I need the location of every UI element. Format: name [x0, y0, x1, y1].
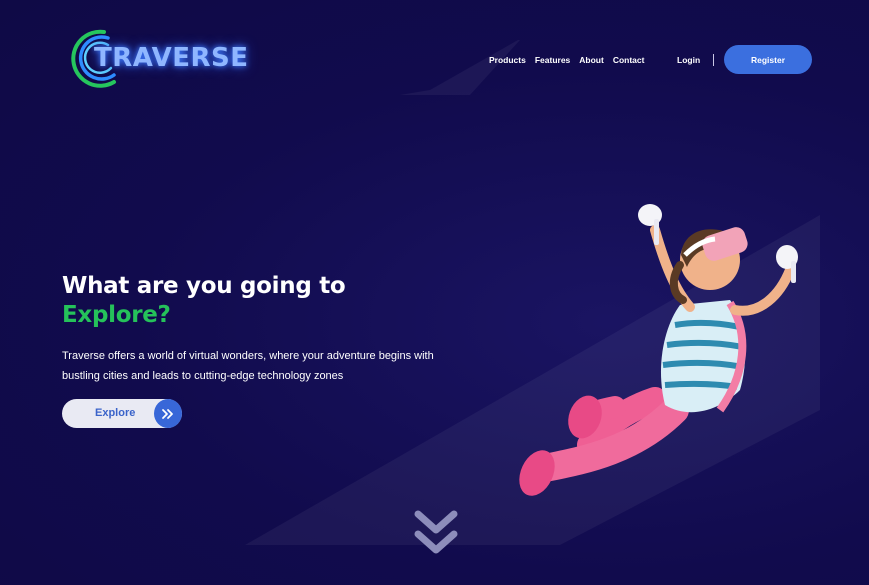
nav-contact[interactable]: Contact — [613, 54, 645, 68]
hero-title-accent: Explore? — [62, 302, 171, 328]
nav-divider — [713, 54, 714, 66]
nav-about[interactable]: About — [579, 54, 604, 68]
main-nav: Products Features About Contact — [489, 54, 653, 68]
double-chevron-down-icon[interactable] — [414, 510, 458, 556]
traverse-logo[interactable]: TRAVERSE — [64, 28, 254, 90]
hero-title: What are you going to Explore? — [62, 272, 346, 330]
nav-features[interactable]: Features — [535, 54, 570, 68]
logo-text: TRAVERSE — [94, 43, 249, 73]
hero-title-line: What are you going to — [62, 273, 346, 299]
explore-label: Explore — [95, 407, 136, 419]
vr-character-illustration — [519, 204, 798, 496]
double-chevron-right-icon — [154, 399, 182, 428]
explore-button[interactable]: Explore — [62, 399, 182, 428]
login-link[interactable]: Login — [677, 54, 700, 66]
nav-products[interactable]: Products — [489, 54, 526, 68]
landing-page: TRAVERSE Products Features About Contact… — [0, 0, 869, 585]
register-button[interactable]: Register — [724, 45, 812, 74]
hero-description: Traverse offers a world of virtual wonde… — [62, 350, 434, 382]
